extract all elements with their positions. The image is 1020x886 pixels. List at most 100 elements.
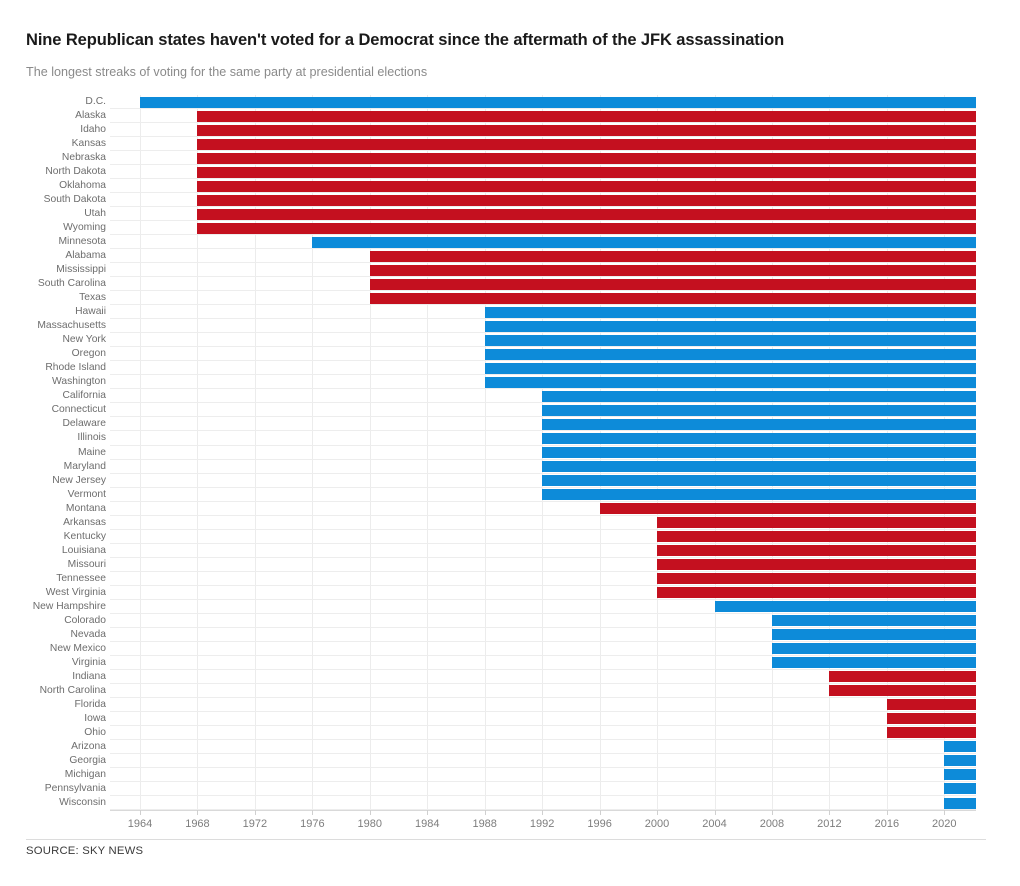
- bar-arizona[interactable]: [944, 741, 976, 753]
- bar-new-jersey[interactable]: [542, 475, 976, 487]
- bar-west-virginia[interactable]: [657, 587, 976, 599]
- bar-kentucky[interactable]: [657, 531, 976, 543]
- bar-michigan[interactable]: [944, 769, 976, 781]
- row-separator: [110, 627, 976, 628]
- bar-new-mexico[interactable]: [771, 643, 976, 655]
- row-separator: [110, 304, 976, 305]
- y-axis-label: Nevada: [70, 628, 107, 640]
- bar-south-carolina[interactable]: [369, 278, 976, 290]
- y-axis-label: West Virginia: [45, 586, 106, 598]
- bar-new-hampshire[interactable]: [714, 601, 976, 613]
- y-axis-label: New Jersey: [52, 474, 106, 486]
- y-axis-label: Mississippi: [56, 264, 106, 276]
- bar-alaska[interactable]: [197, 110, 976, 122]
- page-title: Nine Republican states haven't voted for…: [26, 31, 785, 49]
- bar-missouri[interactable]: [657, 559, 976, 571]
- bar-illinois[interactable]: [542, 432, 976, 444]
- bar-wyoming[interactable]: [197, 222, 976, 234]
- y-axis-label: Missouri: [67, 558, 106, 570]
- bar-north-dakota[interactable]: [197, 166, 976, 178]
- bar-arkansas[interactable]: [657, 517, 976, 529]
- bar-wisconsin[interactable]: [944, 797, 976, 809]
- bar-d-c-[interactable]: [140, 96, 976, 108]
- bar-maine[interactable]: [542, 447, 976, 458]
- row-separator: [110, 515, 976, 516]
- bar-tennessee[interactable]: [657, 573, 976, 585]
- bar-nevada[interactable]: [771, 629, 976, 641]
- y-axis-label: Colorado: [64, 614, 106, 626]
- y-axis-label: South Carolina: [37, 278, 106, 290]
- bar-massachusetts[interactable]: [484, 320, 976, 332]
- bar-ohio[interactable]: [886, 727, 976, 739]
- x-tick-label-2020: 2020: [932, 818, 957, 830]
- bar-indiana[interactable]: [829, 671, 976, 683]
- bar-alabama[interactable]: [369, 250, 976, 262]
- bar-california[interactable]: [542, 390, 976, 402]
- y-axis-label: Alabama: [65, 250, 106, 262]
- bar-florida[interactable]: [886, 699, 976, 711]
- row-separator: [110, 571, 976, 572]
- row-separator: [110, 136, 976, 137]
- bar-new-york[interactable]: [484, 334, 976, 346]
- bar-colorado[interactable]: [771, 615, 976, 627]
- row-separator: [110, 290, 976, 291]
- row-separator: [110, 248, 976, 249]
- source-label: SOURCE: SKY NEWS: [26, 845, 144, 857]
- row-separator: [110, 430, 976, 431]
- y-axis-label: Massachusetts: [37, 320, 106, 332]
- bar-montana[interactable]: [599, 503, 976, 515]
- y-axis-label: New York: [62, 334, 107, 346]
- bar-south-dakota[interactable]: [197, 194, 976, 206]
- bar-nebraska[interactable]: [197, 152, 976, 164]
- row-separator: [110, 150, 976, 151]
- bar-pennsylvania[interactable]: [944, 783, 976, 795]
- bar-rhode-island[interactable]: [484, 362, 976, 374]
- bar-idaho[interactable]: [197, 124, 976, 136]
- bar-hawaii[interactable]: [484, 306, 976, 318]
- x-tick-mark-1972: [254, 810, 256, 815]
- row-separator: [110, 346, 976, 347]
- bar-oklahoma[interactable]: [197, 180, 976, 192]
- row-separator: [110, 669, 976, 670]
- bar-connecticut[interactable]: [542, 404, 976, 416]
- y-axis-label: Georgia: [69, 754, 106, 766]
- x-tick-mark-1984: [427, 810, 429, 815]
- y-axis-label: Illinois: [77, 432, 106, 444]
- row-separator: [110, 459, 976, 460]
- y-axis-label: Kentucky: [63, 530, 106, 542]
- row-separator: [110, 781, 976, 782]
- row-separator: [110, 206, 976, 207]
- y-axis-label: Iowa: [84, 712, 106, 724]
- chart-subtitle: The longest streaks of voting for the sa…: [26, 65, 428, 79]
- bar-north-carolina[interactable]: [829, 685, 976, 697]
- row-separator: [110, 374, 976, 375]
- bar-texas[interactable]: [369, 292, 976, 304]
- x-tick-label-1972: 1972: [242, 818, 268, 830]
- x-tick-label-2008: 2008: [759, 818, 785, 830]
- bar-washington[interactable]: [484, 376, 976, 388]
- y-axis-label: South Dakota: [43, 194, 106, 206]
- bar-mississippi[interactable]: [369, 264, 976, 276]
- y-axis-label: Michigan: [64, 768, 106, 780]
- bar-vermont[interactable]: [542, 489, 976, 501]
- y-axis-label: D.C.: [85, 96, 106, 107]
- bar-kansas[interactable]: [197, 138, 976, 150]
- y-axis-label: North Dakota: [45, 166, 106, 178]
- row-separator: [110, 262, 976, 263]
- row-separator: [110, 725, 976, 726]
- row-separator: [110, 501, 976, 502]
- row-separator: [110, 585, 976, 586]
- row-separator: [110, 697, 976, 698]
- bar-delaware[interactable]: [542, 418, 976, 430]
- row-separator: [110, 402, 976, 403]
- bar-georgia[interactable]: [944, 755, 976, 767]
- bar-minnesota[interactable]: [312, 236, 976, 248]
- bar-iowa[interactable]: [886, 713, 976, 725]
- row-separator: [110, 108, 976, 109]
- bar-oregon[interactable]: [484, 348, 976, 360]
- bar-utah[interactable]: [197, 208, 976, 220]
- bar-maryland[interactable]: [542, 461, 976, 473]
- bar-louisiana[interactable]: [657, 545, 976, 557]
- bar-virginia[interactable]: [771, 657, 976, 669]
- row-separator: [110, 543, 976, 544]
